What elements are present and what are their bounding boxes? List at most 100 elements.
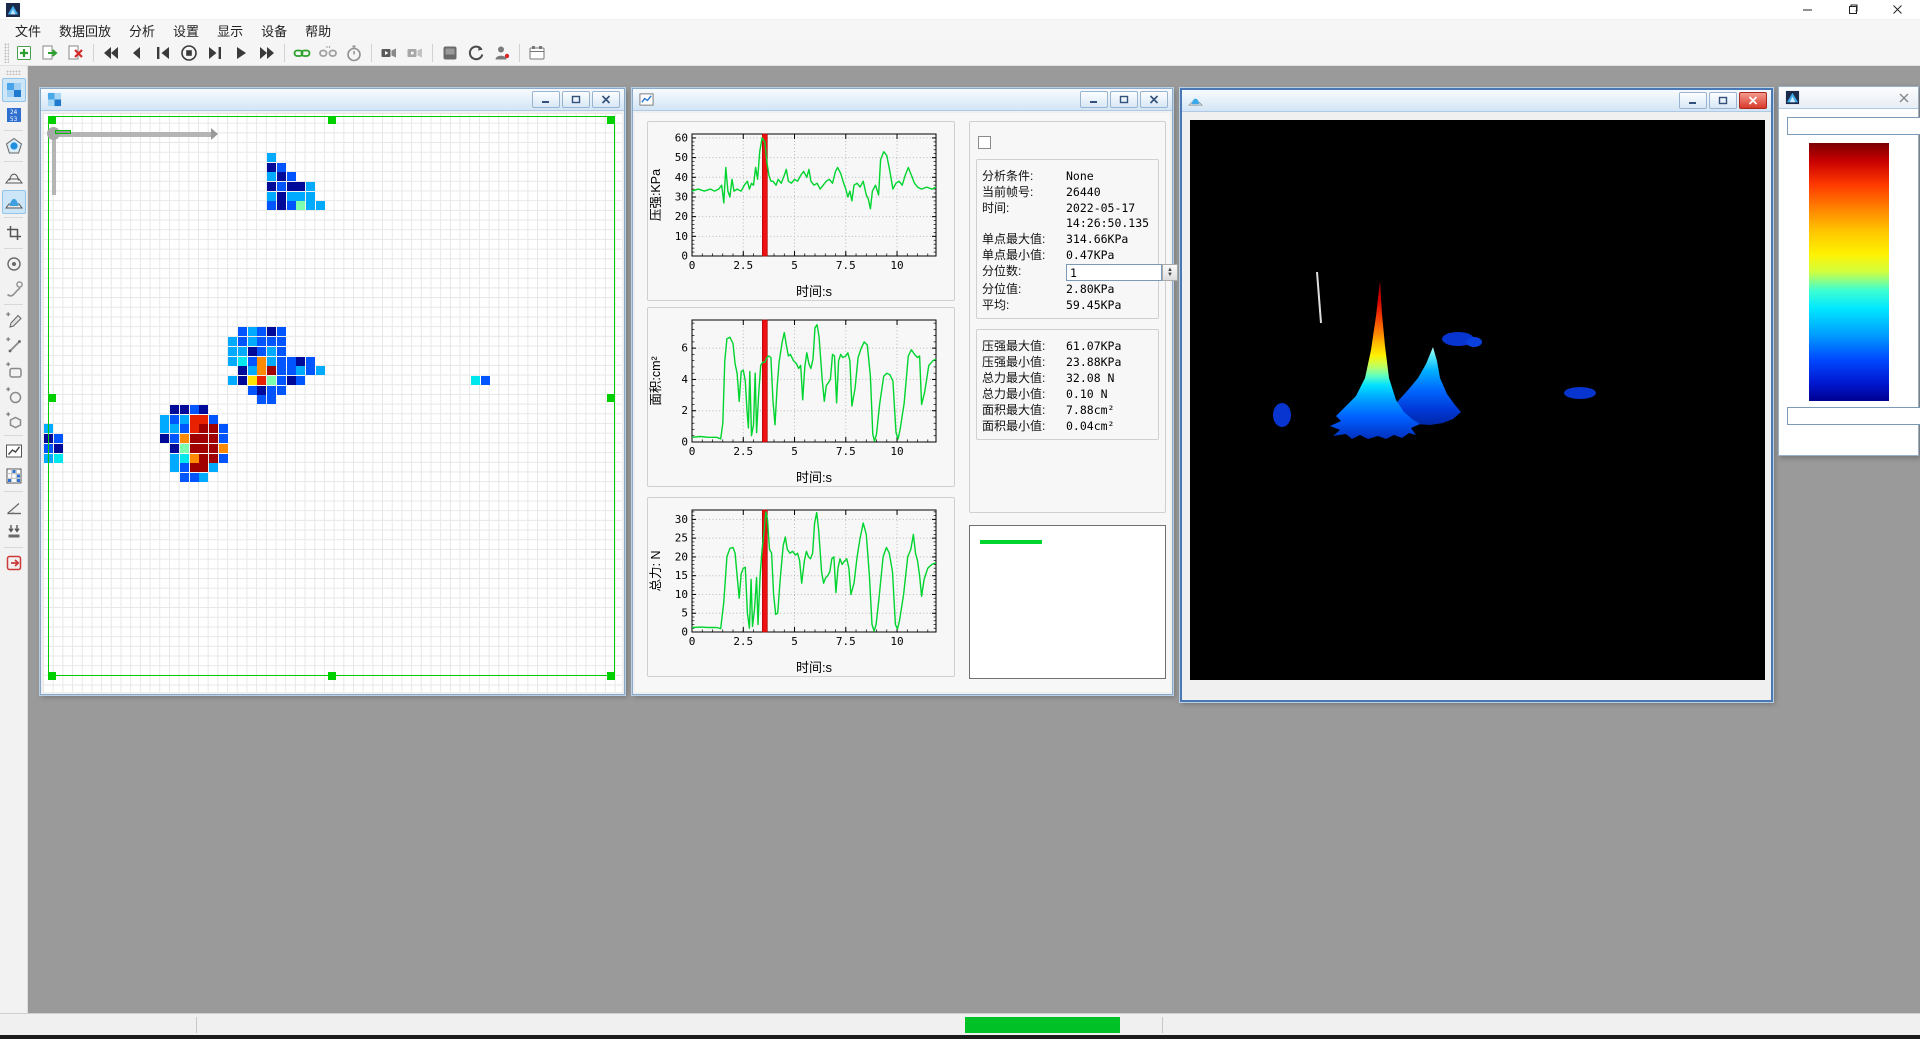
- color-gradient-bar: [1809, 143, 1889, 401]
- sidebar-draw-line[interactable]: [2, 333, 26, 357]
- color-scale-titlebar[interactable]: [1779, 87, 1918, 109]
- selection-handle[interactable]: [607, 116, 615, 124]
- last-frame-button[interactable]: [203, 41, 227, 65]
- sampling-row: 当前帧号:26440: [982, 185, 1153, 200]
- pressure-map-canvas[interactable]: [43, 113, 622, 692]
- sidebar-draw-polygon[interactable]: [2, 408, 26, 432]
- app-title-bar[interactable]: [0, 0, 1920, 20]
- sidebar-tool-angle[interactable]: [2, 495, 26, 519]
- sidebar-view-2d[interactable]: [2, 78, 26, 102]
- user-button[interactable]: [490, 41, 514, 65]
- selection-handle[interactable]: [48, 394, 56, 402]
- sidebar-view-3d-surface[interactable]: [2, 190, 26, 214]
- selection-handle[interactable]: [328, 116, 336, 124]
- export-button[interactable]: [38, 41, 62, 65]
- window-curves-minimize-button[interactable]: [1080, 91, 1108, 108]
- minimize-button[interactable]: [1785, 0, 1830, 20]
- svg-text:7.5: 7.5: [836, 259, 856, 272]
- curve-analysis-label-5: 面积最小值:: [982, 419, 1066, 434]
- refresh-button[interactable]: [464, 41, 488, 65]
- svg-text:面积:cm²: 面积:cm²: [649, 356, 663, 405]
- rewind-button[interactable]: [99, 41, 123, 65]
- quantile-spinner[interactable]: ▲▼: [1162, 264, 1178, 281]
- scale-max-input[interactable]: [1787, 117, 1920, 135]
- window-2d-titlebar[interactable]: [41, 89, 624, 111]
- sampling-row: 单点最大值:314.66KPa: [982, 232, 1153, 247]
- selection-handle[interactable]: [48, 672, 56, 680]
- selection-handle[interactable]: [48, 116, 56, 124]
- sampling-label-4: 单点最小值:: [982, 248, 1066, 263]
- window-curves-close-button[interactable]: [1140, 91, 1168, 108]
- display-button[interactable]: [438, 41, 462, 65]
- window-curves-restore-button[interactable]: [1110, 91, 1138, 108]
- color-scale-close-button[interactable]: [1894, 89, 1914, 106]
- window-2d-minimize-button[interactable]: [532, 91, 560, 108]
- prev-frame-button[interactable]: [125, 41, 149, 65]
- close-button[interactable]: [1875, 0, 1920, 20]
- add-button[interactable]: [12, 41, 36, 65]
- selection-rectangle[interactable]: [48, 116, 615, 676]
- sidebar-export[interactable]: [2, 551, 26, 575]
- sidebar-draw-point[interactable]: [2, 308, 26, 332]
- menu-help[interactable]: 帮助: [296, 19, 340, 42]
- menu-file[interactable]: 文件: [6, 19, 50, 42]
- sidebar-view-region[interactable]: [2, 134, 26, 158]
- sidebar-tool-route[interactable]: [2, 277, 26, 301]
- sidebar-grip: [6, 70, 21, 75]
- sampling-label-6: 分位值:: [982, 282, 1066, 297]
- svg-text:2.5: 2.5: [733, 445, 753, 458]
- menu-analysis[interactable]: 分析: [120, 19, 164, 42]
- svg-text:5: 5: [791, 445, 798, 458]
- sidebar-tool-target[interactable]: [2, 252, 26, 276]
- status-bar: [0, 1013, 1920, 1035]
- clear-button[interactable]: [64, 41, 88, 65]
- toolbar-grip: [4, 43, 9, 63]
- window-3d-titlebar[interactable]: [1182, 90, 1771, 112]
- sidebar-tool-matrix[interactable]: [2, 464, 26, 488]
- timer-button[interactable]: [342, 41, 366, 65]
- curve-analysis-group: 压强最大值:61.07KPa压强最小值:23.88KPa总力最大值:32.08 …: [976, 329, 1159, 440]
- sidebar-tool-chart[interactable]: [2, 439, 26, 463]
- sidebar-view-3d-wireframe[interactable]: [2, 165, 26, 189]
- unlink-button[interactable]: [316, 41, 340, 65]
- window-3d-icon: [1188, 93, 1203, 108]
- first-frame-button[interactable]: [151, 41, 175, 65]
- fast-forward-button[interactable]: [255, 41, 279, 65]
- window-curves-titlebar[interactable]: [633, 89, 1172, 111]
- stop-button[interactable]: [177, 41, 201, 65]
- record-video-button[interactable]: [377, 41, 401, 65]
- scale-min-input[interactable]: [1787, 407, 1920, 425]
- region-merge-checkbox[interactable]: [978, 136, 991, 149]
- maximize-button[interactable]: [1830, 0, 1875, 20]
- menu-playback[interactable]: 数据回放: [50, 19, 120, 42]
- x-axis-arrow-icon: [211, 128, 218, 140]
- selection-handle[interactable]: [328, 672, 336, 680]
- flat-blob-right: [1564, 387, 1596, 399]
- window-2d-restore-button[interactable]: [562, 91, 590, 108]
- sidebar-draw-circle[interactable]: [2, 383, 26, 407]
- play-button[interactable]: [229, 41, 253, 65]
- stop-video-button[interactable]: [403, 41, 427, 65]
- svg-text:时间:s: 时间:s: [796, 470, 833, 485]
- sidebar-draw-rect[interactable]: [2, 358, 26, 382]
- menu-settings[interactable]: 设置: [164, 19, 208, 42]
- sidebar-view-values[interactable]: 2453: [2, 103, 26, 127]
- surface-3d-canvas[interactable]: [1190, 120, 1765, 680]
- selection-handle[interactable]: [607, 672, 615, 680]
- window-3d-minimize-button[interactable]: [1679, 92, 1707, 109]
- selection-handle[interactable]: [607, 394, 615, 402]
- window-3d-close-button[interactable]: [1739, 92, 1767, 109]
- window-3d-restore-button[interactable]: [1709, 92, 1737, 109]
- frames-button[interactable]: [525, 41, 549, 65]
- sidebar-tool-press[interactable]: [2, 520, 26, 544]
- menu-device[interactable]: 设备: [252, 19, 296, 42]
- svg-text:10: 10: [890, 635, 903, 648]
- menu-display[interactable]: 显示: [208, 19, 252, 42]
- quantile-input[interactable]: [1066, 264, 1162, 281]
- sidebar-tool-crop[interactable]: [2, 221, 26, 245]
- window-curves-content: 02.557.5100102030405060时间:s压强:KPa 02.557…: [635, 113, 1170, 692]
- link-button[interactable]: [290, 41, 314, 65]
- sidebar-separator: [4, 547, 23, 548]
- window-2d-close-button[interactable]: [592, 91, 620, 108]
- svg-text:10: 10: [890, 259, 903, 272]
